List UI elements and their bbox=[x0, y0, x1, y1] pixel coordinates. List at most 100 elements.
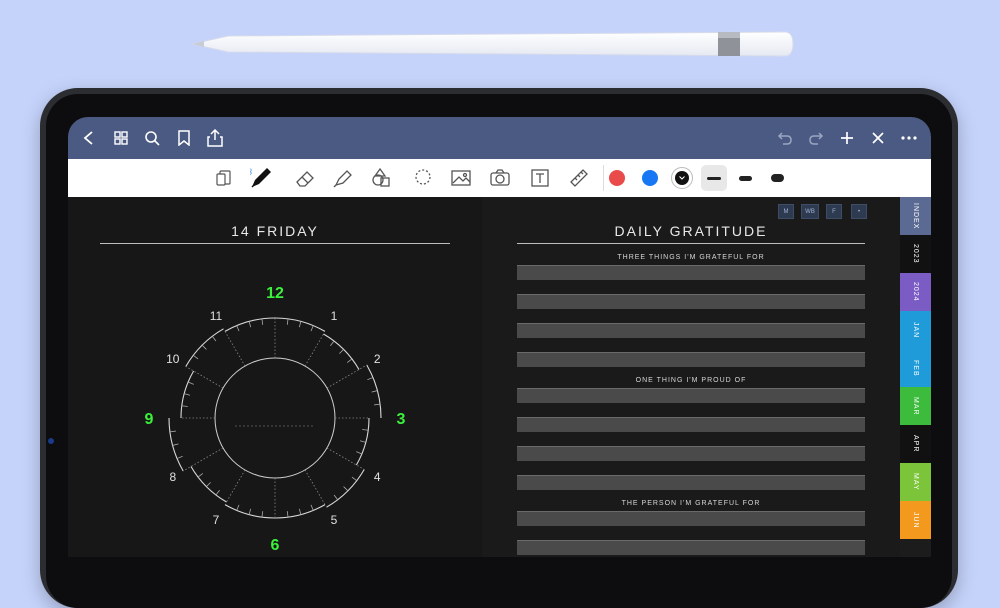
drawing-toolbar: ᛒ bbox=[68, 159, 931, 198]
clock-hour-divider bbox=[183, 447, 224, 472]
clock-tick bbox=[236, 325, 240, 332]
gratitude-title: DAILY GRATITUDE bbox=[614, 223, 768, 239]
shapes-icon[interactable] bbox=[369, 166, 393, 190]
eraser-icon[interactable] bbox=[293, 166, 317, 190]
highlighter-icon[interactable] bbox=[331, 166, 355, 190]
clock-tick bbox=[333, 494, 339, 500]
clock-tick bbox=[339, 349, 344, 354]
tab-apr[interactable]: APR bbox=[900, 425, 931, 463]
ruler-icon[interactable] bbox=[567, 166, 591, 190]
clock-tick bbox=[206, 482, 211, 487]
redo-icon[interactable] bbox=[805, 127, 827, 149]
color-swatch-red[interactable] bbox=[609, 170, 625, 186]
color-swatch-blue[interactable] bbox=[642, 170, 658, 186]
grid-icon[interactable] bbox=[110, 127, 132, 149]
writing-line[interactable] bbox=[517, 475, 865, 490]
clock-tick bbox=[343, 486, 349, 492]
nav-button-f[interactable]: F bbox=[826, 204, 842, 219]
writing-line[interactable] bbox=[517, 388, 865, 403]
writing-line[interactable] bbox=[517, 294, 865, 309]
clock-number: 5 bbox=[331, 513, 338, 527]
clock-tick bbox=[346, 358, 353, 363]
writing-line[interactable] bbox=[517, 323, 865, 338]
clock-tick bbox=[371, 390, 378, 393]
undo-icon[interactable] bbox=[774, 127, 796, 149]
nav-button-dot[interactable]: • bbox=[851, 204, 867, 219]
clock-tick bbox=[359, 440, 366, 443]
clock-hour-divider bbox=[224, 331, 246, 367]
clock-tick bbox=[248, 321, 252, 328]
clock-number: 12 bbox=[266, 285, 284, 302]
writing-line[interactable] bbox=[517, 540, 865, 555]
clock-hour-divider bbox=[304, 333, 324, 367]
clock-number: 2 bbox=[374, 352, 381, 366]
clock-hour-divider bbox=[326, 447, 365, 470]
clock-number: 6 bbox=[271, 537, 280, 554]
clock-tick bbox=[181, 405, 188, 407]
clock-hour-divider bbox=[326, 364, 367, 389]
clock-tick bbox=[330, 340, 335, 347]
clock-number: 8 bbox=[169, 470, 176, 484]
writing-line[interactable] bbox=[517, 511, 865, 526]
clock-number: 1 bbox=[331, 309, 338, 323]
clock-number: 10 bbox=[166, 352, 180, 366]
pages-icon[interactable] bbox=[212, 166, 236, 190]
tab-index[interactable]: INDEX bbox=[900, 197, 931, 235]
stroke-thick[interactable] bbox=[771, 174, 784, 182]
tab-feb[interactable]: FEB bbox=[900, 349, 931, 387]
tab-jan[interactable]: JAN bbox=[900, 311, 931, 349]
close-icon[interactable] bbox=[867, 127, 889, 149]
clock-tick bbox=[356, 451, 362, 455]
plus-icon[interactable] bbox=[836, 127, 858, 149]
stroke-thin-selected[interactable] bbox=[701, 165, 727, 191]
writing-line[interactable] bbox=[517, 446, 865, 461]
section-label-person: THE PERSON I'M GRATEFUL FOR bbox=[621, 500, 761, 507]
gratitude-title-rule bbox=[517, 243, 865, 244]
section-label-grateful-three: THREE THINGS I'M GRATEFUL FOR bbox=[617, 254, 765, 261]
camera-dot bbox=[48, 438, 54, 444]
nav-button-wb[interactable]: WB bbox=[801, 204, 819, 219]
tab-2023[interactable]: 2023 bbox=[900, 235, 931, 273]
writing-line[interactable] bbox=[517, 417, 865, 432]
svg-text:ᛒ: ᛒ bbox=[249, 168, 253, 176]
clock-tick bbox=[197, 473, 204, 478]
image-icon[interactable] bbox=[449, 166, 473, 190]
text-icon[interactable] bbox=[528, 166, 552, 190]
clock-tick bbox=[176, 455, 183, 459]
clock-hour-divider bbox=[304, 469, 326, 505]
search-icon[interactable] bbox=[141, 127, 163, 149]
chevron-down-icon bbox=[675, 171, 689, 185]
clock-tick bbox=[169, 430, 176, 433]
clock-tick bbox=[298, 508, 302, 515]
day-title-rule bbox=[100, 243, 450, 244]
clock-tick bbox=[286, 511, 289, 518]
lasso-icon[interactable] bbox=[411, 166, 435, 190]
clock-tick bbox=[236, 504, 240, 511]
toolbar-divider bbox=[603, 165, 604, 191]
stroke-medium[interactable] bbox=[739, 176, 752, 181]
tab-jun[interactable]: JUN bbox=[900, 501, 931, 539]
color-swatch-black-selected[interactable] bbox=[671, 167, 693, 189]
clock-tick bbox=[201, 344, 207, 350]
clock-tick bbox=[211, 336, 217, 342]
day-title: 14 FRIDAY bbox=[231, 223, 319, 239]
share-icon[interactable] bbox=[204, 127, 226, 149]
clock-tick bbox=[184, 393, 191, 396]
tab-mar[interactable]: MAR bbox=[900, 387, 931, 425]
bookmark-icon[interactable] bbox=[173, 127, 195, 149]
clock-hour-divider bbox=[185, 366, 224, 389]
tab-2024[interactable]: 2024 bbox=[900, 273, 931, 311]
nav-button-m[interactable]: M bbox=[778, 204, 794, 219]
clock-number: 11 bbox=[210, 309, 223, 323]
writing-line[interactable] bbox=[517, 265, 865, 280]
more-icon[interactable] bbox=[898, 127, 920, 149]
writing-line[interactable] bbox=[517, 352, 865, 367]
month-tab-strip: INDEX 2023 2024 JAN FEB MAR APR MAY JUN bbox=[900, 197, 931, 557]
camera-icon[interactable] bbox=[488, 166, 512, 190]
clock-hour-divider bbox=[226, 469, 246, 503]
pen-icon[interactable]: ᛒ bbox=[249, 166, 273, 190]
clock-tick bbox=[298, 321, 302, 328]
clock-number: 9 bbox=[145, 411, 154, 428]
back-chevron-icon[interactable] bbox=[78, 127, 100, 149]
tab-may[interactable]: MAY bbox=[900, 463, 931, 501]
